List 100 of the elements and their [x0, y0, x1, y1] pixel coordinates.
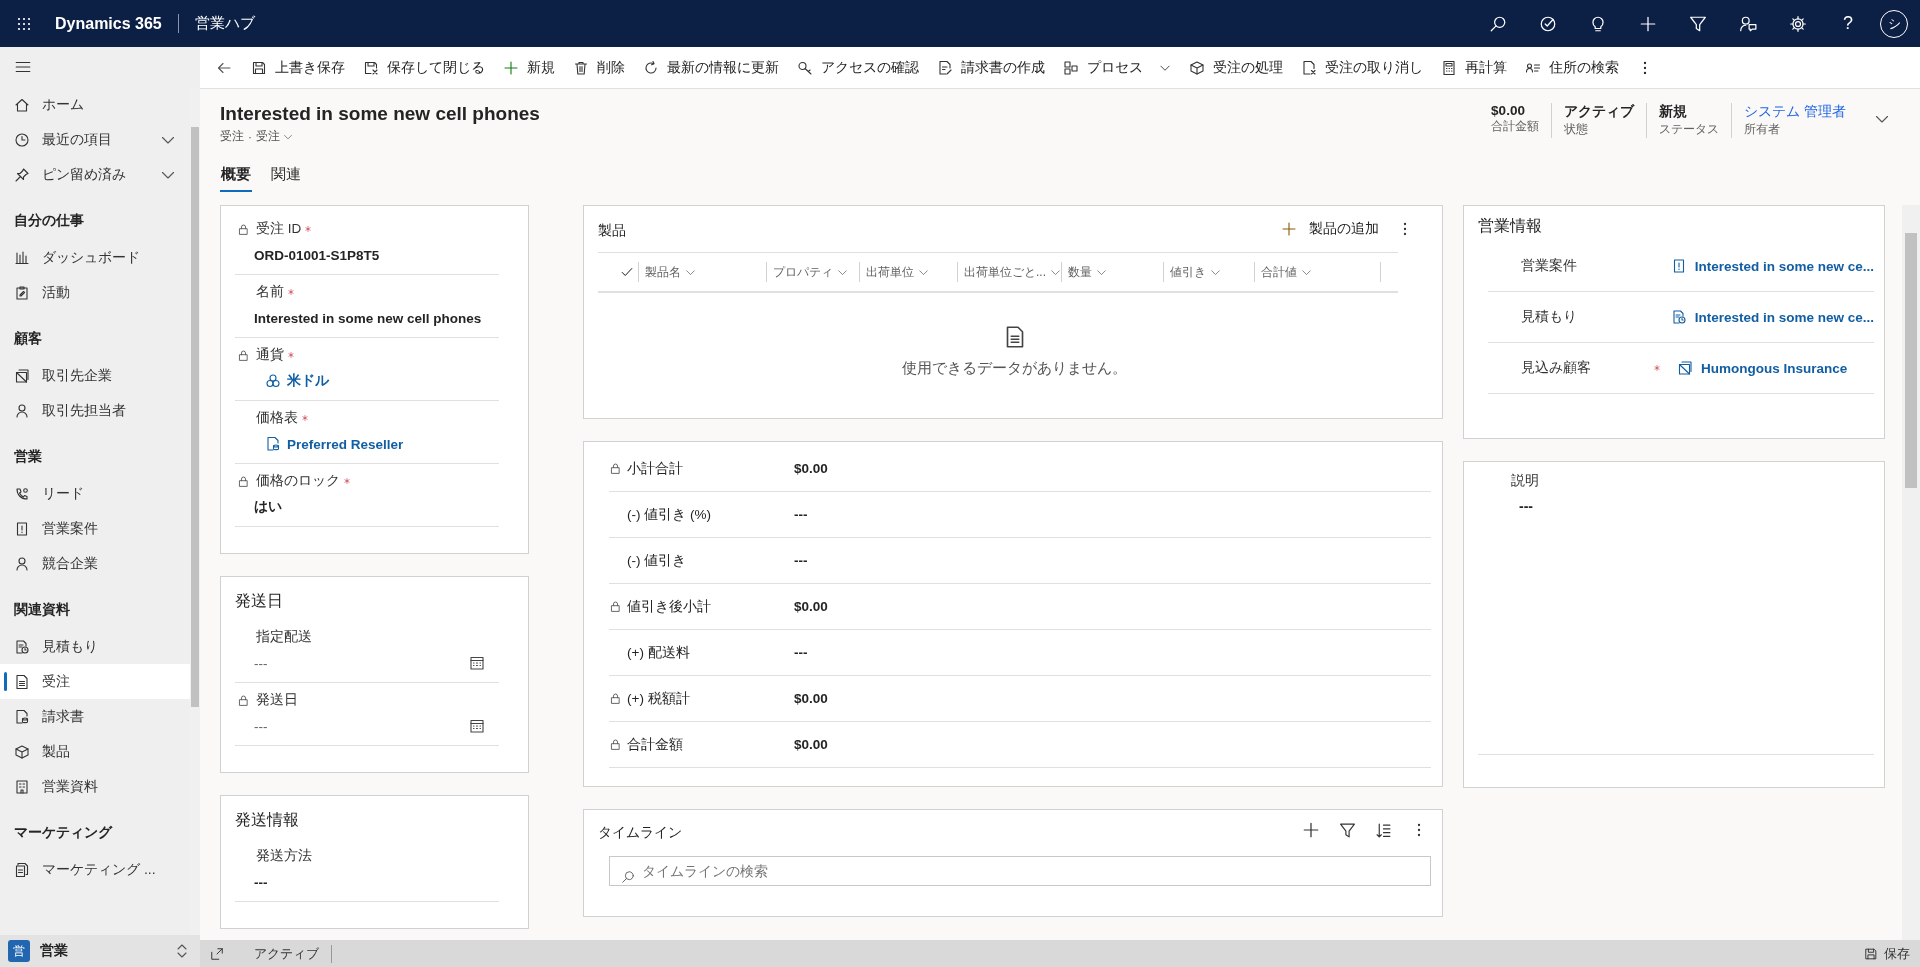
header-field-label: 状態 — [1564, 121, 1590, 138]
document-x-icon — [1301, 59, 1317, 76]
calendar-icon — [469, 655, 485, 671]
field-value: $0.00 — [794, 461, 828, 476]
lookup-link[interactable]: Humongous Insurance — [1677, 360, 1848, 376]
nav-item[interactable]: 営業案件 — [0, 511, 190, 546]
nav-item[interactable]: ダッシュボード — [0, 240, 190, 275]
nav-item[interactable]: ホーム — [0, 87, 190, 122]
tab[interactable]: 関連 — [270, 161, 302, 192]
section-title: 営業情報 — [1478, 216, 1543, 236]
field-value: Interested in some new cell phones — [254, 310, 482, 326]
lookup-link[interactable]: Preferred Reseller — [254, 436, 404, 452]
person-chat-icon — [1739, 14, 1757, 33]
nav-item[interactable]: 請求書 — [0, 699, 190, 734]
building-icon — [14, 778, 30, 795]
column-header[interactable]: 出荷単位 — [859, 262, 957, 282]
column-header[interactable]: 合計値 — [1254, 262, 1380, 282]
nav-item[interactable]: ピン留め済み — [0, 157, 190, 192]
entity-name: 受注 — [220, 128, 244, 145]
date-field[interactable]: --- — [254, 655, 268, 671]
box-icon — [14, 743, 30, 760]
coins-icon — [265, 373, 281, 389]
nav-item[interactable]: 競合企業 — [0, 546, 190, 581]
column-header[interactable]: 出荷単位ごと... — [957, 262, 1061, 282]
command-button[interactable]: 削除 — [564, 47, 634, 88]
section-title: タイムライン — [598, 823, 682, 842]
calendar-icon — [469, 718, 485, 734]
scrollbar[interactable] — [1902, 205, 1920, 940]
column-header[interactable]: プロパティ — [766, 262, 859, 282]
nav-group-title: 営業 — [13, 447, 43, 466]
command-button[interactable]: 新規 — [494, 47, 564, 88]
nav-item[interactable]: リード — [0, 476, 190, 511]
empty-message: 使用できるデータがありません。 — [902, 359, 1127, 378]
nav-item[interactable]: 活動 — [0, 275, 190, 310]
column-header[interactable]: 製品名 — [638, 262, 766, 282]
lookup-link[interactable]: Interested in some new ce... — [1670, 258, 1874, 274]
calculator-icon — [1441, 59, 1457, 76]
settings-icon — [1789, 14, 1807, 33]
command-button[interactable]: 請求書の作成 — [928, 47, 1054, 88]
key-icon — [797, 59, 813, 76]
field-label: (-) 値引き (%) — [627, 505, 711, 524]
command-button[interactable]: アクセスの確認 — [788, 47, 928, 88]
column-header[interactable]: 数量 — [1061, 262, 1163, 282]
home-icon — [14, 96, 30, 113]
help-button[interactable]: ? — [1824, 0, 1872, 47]
command-button[interactable]: 上書き保存 — [242, 47, 354, 88]
required-icon — [287, 351, 295, 359]
field-label: 見込み顧客 — [1520, 359, 1592, 377]
required-icon — [1653, 364, 1661, 372]
calendar-button[interactable] — [469, 718, 485, 734]
command-button[interactable]: 住所の検索 — [1516, 47, 1628, 88]
command-button[interactable]: 再計算 — [1432, 47, 1516, 88]
owner-link[interactable]: システム 管理者 — [1744, 103, 1846, 121]
lookup-link[interactable]: 米ドル — [254, 372, 329, 390]
lookup-link[interactable]: Interested in some new ce... — [1670, 309, 1874, 325]
field-label: 価格表 — [256, 409, 298, 427]
field-label: 指定配送 — [256, 628, 312, 646]
calendar-button[interactable] — [469, 655, 485, 671]
section-title: 発送日 — [235, 591, 284, 611]
record-status: アクティブ — [254, 944, 332, 963]
field-label: (+) 税額計 — [627, 689, 690, 708]
nav-item[interactable]: 受注 — [0, 664, 190, 699]
field-label: (+) 配送料 — [627, 643, 690, 662]
nav-item[interactable]: 営業資料 — [0, 769, 190, 804]
filter-icon — [1338, 821, 1356, 839]
command-button[interactable]: 最新の情報に更新 — [634, 47, 788, 88]
app-area-title: 営業ハブ — [177, 14, 255, 33]
date-field[interactable]: --- — [254, 718, 268, 734]
field-label: 値引き後小計 — [627, 597, 711, 616]
building-icon — [1677, 360, 1693, 376]
nav-group-title: 自分の仕事 — [13, 211, 85, 230]
field-label: 通貨 — [256, 346, 284, 364]
lock-icon — [237, 222, 250, 236]
search-icon — [621, 870, 635, 884]
nav-item[interactable]: 取引先担当者 — [0, 393, 190, 428]
filter-icon — [1689, 14, 1707, 33]
field-label: 合計金額 — [627, 735, 683, 754]
lightbulb-icon — [1589, 14, 1607, 33]
form-selector[interactable]: 受注 — [256, 128, 293, 145]
nav-item[interactable]: 取引先企業 — [0, 358, 190, 393]
nav-item[interactable]: 最近の項目 — [0, 122, 190, 157]
box-icon — [1189, 59, 1205, 76]
document-edit-icon — [937, 59, 953, 76]
command-button[interactable]: 受注の取り消し — [1292, 47, 1432, 88]
timeline-search-field[interactable]: タイムラインの検索 — [609, 856, 1431, 886]
column-header[interactable]: 値引き — [1163, 262, 1254, 282]
add-product-button[interactable]: 製品の追加 — [1281, 220, 1379, 238]
save-button[interactable]: 保存 — [1864, 944, 1910, 963]
alert-document-icon — [14, 520, 30, 537]
nav-item[interactable]: 見積もり — [0, 629, 190, 664]
command-button[interactable]: 受注の処理 — [1180, 47, 1292, 88]
header-field-value: 新規 — [1659, 103, 1689, 121]
person-icon — [14, 402, 30, 419]
expand-button[interactable] — [210, 946, 224, 961]
nav-item[interactable]: マーケティング ... — [0, 852, 190, 887]
command-button[interactable]: 保存して閉じる — [354, 47, 494, 88]
tab[interactable]: 概要 — [220, 161, 252, 192]
area-switcher[interactable]: 営 営業 — [0, 935, 200, 967]
nav-item[interactable]: 製品 — [0, 734, 190, 769]
command-button[interactable]: プロセス — [1054, 47, 1180, 88]
